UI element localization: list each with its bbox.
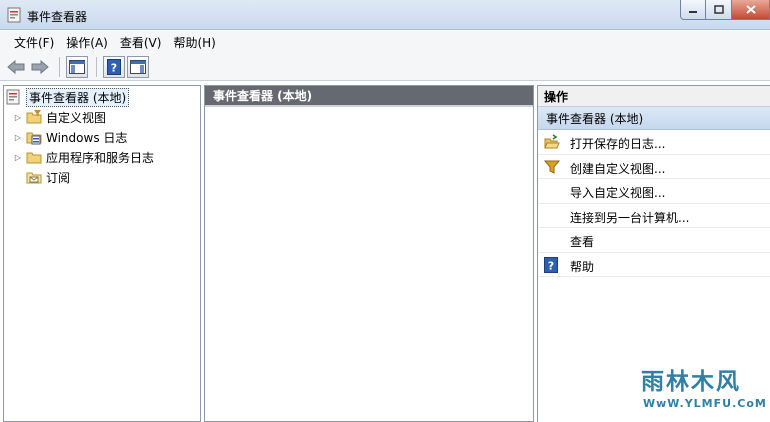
back-button[interactable]	[5, 56, 27, 78]
tree-item-subscriptions[interactable]: 订阅	[23, 167, 70, 187]
tree-root[interactable]: 事件查看器 (本地)	[6, 87, 130, 107]
actions-header: 操作	[538, 86, 770, 107]
watermark: 雨林木风 WwW.YLMFU.CoM	[637, 360, 767, 418]
expand-arrow-icon[interactable]: ▷	[13, 152, 23, 162]
menu-help[interactable]: 帮助(H)	[167, 34, 221, 51]
expand-arrow-icon[interactable]: ▷	[13, 112, 23, 122]
action-label: 查看	[570, 235, 595, 249]
maximize-button[interactable]	[706, 0, 732, 20]
result-pane: 事件查看器 (本地)	[204, 85, 534, 422]
console-tree-icon	[69, 59, 85, 74]
toolbar: ?	[0, 53, 770, 81]
action-label: 帮助	[570, 259, 595, 274]
tree-item-label: 应用程序和服务日志	[46, 150, 155, 165]
action-pane-icon	[130, 59, 146, 74]
folder-log-icon	[26, 129, 42, 145]
show-hide-action-pane-button[interactable]	[127, 55, 149, 78]
event-viewer-icon	[6, 89, 22, 105]
toolbar-separator	[96, 56, 97, 77]
back-arrow-icon	[7, 59, 25, 74]
action-label: 打开保存的日志...	[570, 137, 666, 151]
expand-arrow-icon[interactable]: ▷	[13, 132, 23, 142]
action-label: 导入自定义视图...	[570, 186, 666, 200]
tree-item-label: Windows 日志	[46, 130, 128, 145]
watermark-url: WwW.YLMFU.CoM	[643, 397, 767, 410]
menu-bar: 文件(F) 操作(A) 查看(V) 帮助(H)	[0, 31, 770, 53]
forward-arrow-icon	[31, 59, 49, 74]
menu-view[interactable]: 查看(V)	[114, 34, 168, 51]
help-icon: ?	[107, 58, 121, 75]
menu-action[interactable]: 操作(A)	[60, 34, 114, 51]
tree-item-label: 订阅	[46, 170, 71, 185]
event-viewer-app-icon	[7, 7, 21, 23]
help-toolbar-button[interactable]: ?	[103, 55, 125, 78]
folder-filter-icon	[26, 109, 42, 125]
svg-text:?: ?	[111, 61, 117, 74]
subscription-icon	[26, 169, 42, 185]
title-bar: 事件查看器	[0, 0, 770, 30]
console-tree-pane: 事件查看器 (本地) ▷ 自定义视图 ▷ Windows 日志 ▷ 应用程序和服…	[3, 85, 201, 422]
tree-item-windows-logs[interactable]: ▷ Windows 日志	[13, 127, 127, 147]
action-label: 连接到另一台计算机...	[570, 210, 690, 225]
show-hide-console-tree-button[interactable]	[66, 55, 88, 78]
action-view[interactable]: 查看	[538, 228, 770, 253]
tree-item-label: 自定义视图	[46, 110, 107, 125]
toolbar-separator	[59, 56, 60, 77]
tree-root-label: 事件查看器 (本地)	[26, 87, 130, 107]
action-import-custom-view[interactable]: 导入自定义视图...	[538, 179, 770, 204]
watermark-title: 雨林木风	[641, 368, 741, 395]
window-title: 事件查看器	[27, 10, 88, 24]
window-controls	[680, 0, 770, 20]
close-button[interactable]	[732, 0, 770, 20]
svg-text:?: ?	[548, 259, 554, 272]
action-open-saved-log[interactable]: 打开保存的日志...	[538, 130, 770, 155]
filter-icon	[544, 159, 560, 175]
minimize-button[interactable]	[680, 0, 706, 20]
help-icon: ?	[544, 256, 560, 273]
action-label: 创建自定义视图...	[570, 161, 666, 176]
tree-item-app-service-logs[interactable]: ▷ 应用程序和服务日志	[13, 147, 154, 167]
actions-section-header[interactable]: 事件查看器 (本地)	[538, 107, 770, 130]
menu-file[interactable]: 文件(F)	[8, 34, 60, 51]
action-connect-computer[interactable]: 连接到另一台计算机...	[538, 204, 770, 228]
result-pane-header: 事件查看器 (本地)	[205, 86, 533, 107]
action-help[interactable]: ? 帮助	[538, 253, 770, 277]
action-create-custom-view[interactable]: 创建自定义视图...	[538, 155, 770, 179]
tree-item-custom-views[interactable]: ▷ 自定义视图	[13, 107, 106, 127]
open-folder-icon	[544, 134, 560, 150]
forward-button[interactable]	[29, 56, 51, 78]
folder-icon	[26, 149, 42, 165]
